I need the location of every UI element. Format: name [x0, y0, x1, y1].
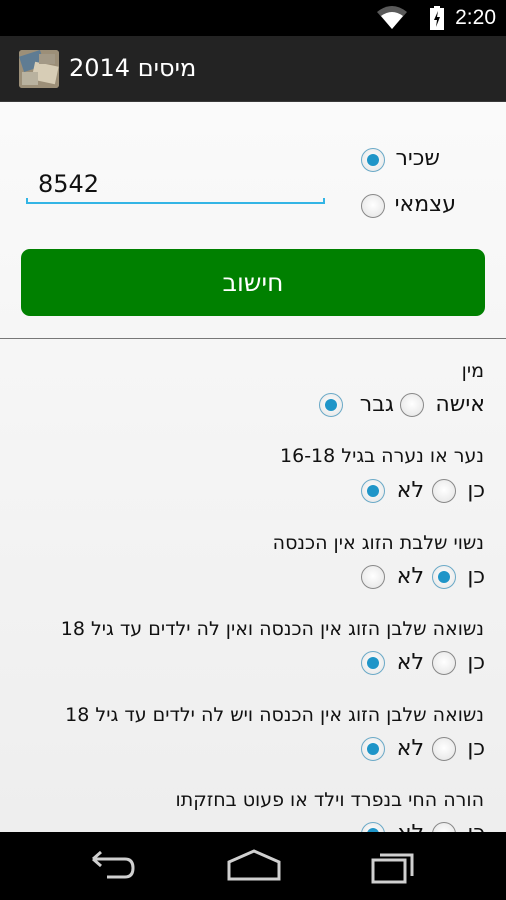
question-label-single-parent: הורה החי בנפרד וילד או פעוט בחזקתו: [175, 789, 484, 811]
action-bar: מיסים 2014: [0, 36, 506, 102]
single-parent-no-radio[interactable]: [361, 822, 385, 832]
married-woman-no-kids-no-radio[interactable]: [361, 651, 385, 675]
teen-yes-radio[interactable]: [432, 479, 456, 503]
single-parent-yes-radio[interactable]: [432, 822, 456, 832]
app-title: מיסים 2014: [69, 54, 197, 82]
back-icon[interactable]: [87, 846, 137, 886]
battery-charging-icon: [430, 6, 444, 30]
salary-input-underline: [26, 198, 325, 204]
option-label-yes: כן: [467, 564, 485, 589]
status-bar: 2:20: [0, 0, 506, 36]
option-label-no: לא: [396, 736, 424, 761]
option-label-no: לא: [396, 650, 424, 675]
question-label-married-woman-with-kids: נשואה שלבן הזוג אין הכנסה ויש לה ילדים ע…: [65, 704, 484, 726]
navigation-bar: [0, 832, 506, 900]
option-label-no: לא: [396, 478, 424, 503]
option-label-no: לא: [397, 821, 424, 832]
married-woman-with-kids-yes-radio[interactable]: [432, 737, 456, 761]
employee-radio[interactable]: [361, 148, 385, 172]
married-man-no-radio[interactable]: [361, 565, 385, 589]
wifi-icon: [377, 6, 407, 29]
married-woman-with-kids-no-radio[interactable]: [361, 737, 385, 761]
divider: [0, 338, 506, 339]
married-man-yes-radio[interactable]: [432, 565, 456, 589]
app-logo-icon[interactable]: [19, 50, 59, 88]
self-employed-radio[interactable]: [361, 194, 385, 218]
salary-input[interactable]: 8542: [38, 170, 99, 198]
question-label-teen: נער או נערה בגיל 16-18: [280, 445, 484, 467]
main-content: 8542 שכיר עצמאי חישוב מין אישה גבר נער א…: [0, 102, 506, 832]
clock: 2:20: [455, 6, 496, 29]
recent-apps-icon[interactable]: [370, 846, 420, 886]
question-label-married-woman-no-kids: נשואה שלבן הזוג אין הכנסה ואין לה ילדים …: [60, 618, 484, 640]
option-label-woman: אישה: [435, 392, 485, 417]
calculate-button[interactable]: חישוב: [21, 249, 485, 316]
woman-radio[interactable]: [400, 393, 424, 417]
home-icon[interactable]: [226, 846, 282, 886]
man-radio[interactable]: [319, 393, 343, 417]
teen-no-radio[interactable]: [361, 479, 385, 503]
option-label-yes: כן: [467, 478, 485, 503]
question-label-gender: מין: [461, 360, 484, 382]
option-label-no: לא: [396, 564, 424, 589]
option-label-yes: כן: [467, 736, 485, 761]
option-label-man: גבר: [359, 392, 394, 417]
self-employed-label: עצמאי: [394, 192, 456, 217]
option-label-yes: כן: [467, 821, 485, 832]
married-woman-no-kids-yes-radio[interactable]: [432, 651, 456, 675]
option-label-yes: כן: [467, 650, 485, 675]
employee-label: שכיר: [395, 146, 440, 171]
question-label-married-man: נשוי שלבת הזוג אין הכנסה: [272, 532, 484, 554]
